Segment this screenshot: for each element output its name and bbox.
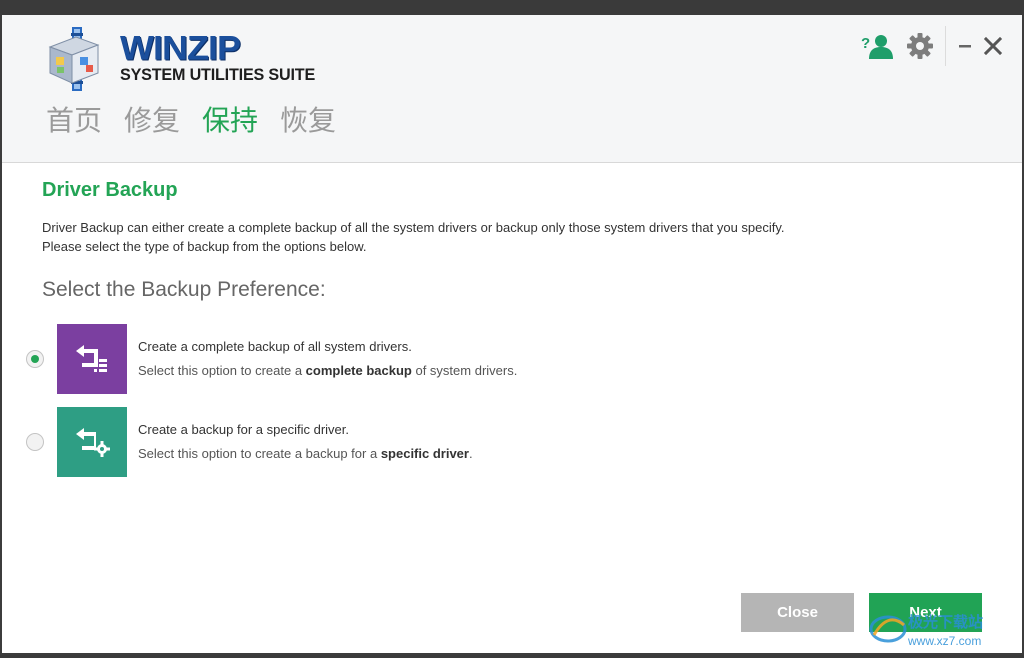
option-sub-bold: complete backup (305, 363, 412, 378)
watermark-line-2: www.xz7.com (907, 634, 981, 648)
tab-maintain[interactable]: 保持 (202, 103, 258, 139)
option-title: Create a complete backup of all system d… (138, 339, 412, 354)
backup-gear-icon (76, 428, 110, 457)
description-line-1: Driver Backup can either create a comple… (42, 220, 785, 235)
option-subtitle: Select this option to create a backup fo… (138, 445, 473, 463)
tab-restore[interactable]: 恢复 (280, 103, 336, 139)
radio-specific-backup[interactable] (26, 433, 44, 451)
preference-heading: Select the Backup Preference: (42, 278, 326, 301)
minimize-button[interactable] (952, 29, 978, 63)
option-sub-suffix: . (468, 446, 473, 461)
app-window: WINZIP SYSTEM UTILITIES SUITE 首页 修复 保持 恢… (0, 15, 1024, 655)
tab-home[interactable]: 首页 (46, 103, 102, 139)
option-sub-bold: specific driver (380, 446, 469, 461)
next-button[interactable]: Next (869, 593, 982, 632)
radio-complete-backup[interactable] (26, 350, 44, 368)
complete-backup-tile[interactable] (57, 324, 127, 394)
backup-list-icon (76, 345, 107, 372)
main-nav: 首页 修复 保持 恢复 (46, 103, 336, 139)
option-title: Create a backup for a specific driver. (138, 422, 349, 437)
settings-button[interactable] (903, 29, 937, 63)
option-sub-suffix: of system drivers. (411, 363, 518, 378)
main-content: Driver Backup Driver Backup can either c… (42, 177, 982, 304)
page-description: Driver Backup can either create a comple… (42, 218, 982, 256)
option-specific-text: Create a backup for a specific driver. S… (138, 421, 473, 463)
close-window-button[interactable] (978, 29, 1008, 63)
brand: WINZIP SYSTEM UTILITIES SUITE (120, 28, 325, 85)
description-line-2: Please select the type of backup from th… (42, 239, 367, 254)
page-title: Driver Backup (42, 179, 178, 201)
specific-backup-tile[interactable] (57, 407, 127, 477)
close-button[interactable]: Close (741, 593, 854, 632)
close-icon (984, 37, 1002, 55)
window-tools: ? (861, 26, 1008, 66)
winzip-logo-icon (42, 27, 110, 91)
radio-selected-dot (31, 355, 39, 363)
tab-repair[interactable]: 修复 (124, 103, 180, 139)
toolbar-divider (945, 26, 946, 66)
option-sub-prefix: Select this option to create a (138, 363, 306, 378)
app-header: WINZIP SYSTEM UTILITIES SUITE 首页 修复 保持 恢… (2, 15, 1022, 163)
option-complete-text: Create a complete backup of all system d… (138, 338, 517, 380)
user-help-icon: ? (861, 35, 893, 59)
help-button[interactable]: ? (861, 29, 895, 63)
gear-icon (907, 33, 933, 59)
option-specific-backup[interactable]: Create a backup for a specific driver. S… (26, 407, 473, 477)
brand-name: WINZIP (120, 28, 241, 67)
option-subtitle: Select this option to create a complete … (138, 362, 517, 380)
svg-text:?: ? (861, 35, 870, 52)
option-sub-prefix: Select this option to create a backup fo… (138, 446, 381, 461)
minimize-icon (959, 45, 971, 48)
brand-subtitle: SYSTEM UTILITIES SUITE (120, 65, 316, 84)
option-complete-backup[interactable]: Create a complete backup of all system d… (26, 324, 517, 394)
